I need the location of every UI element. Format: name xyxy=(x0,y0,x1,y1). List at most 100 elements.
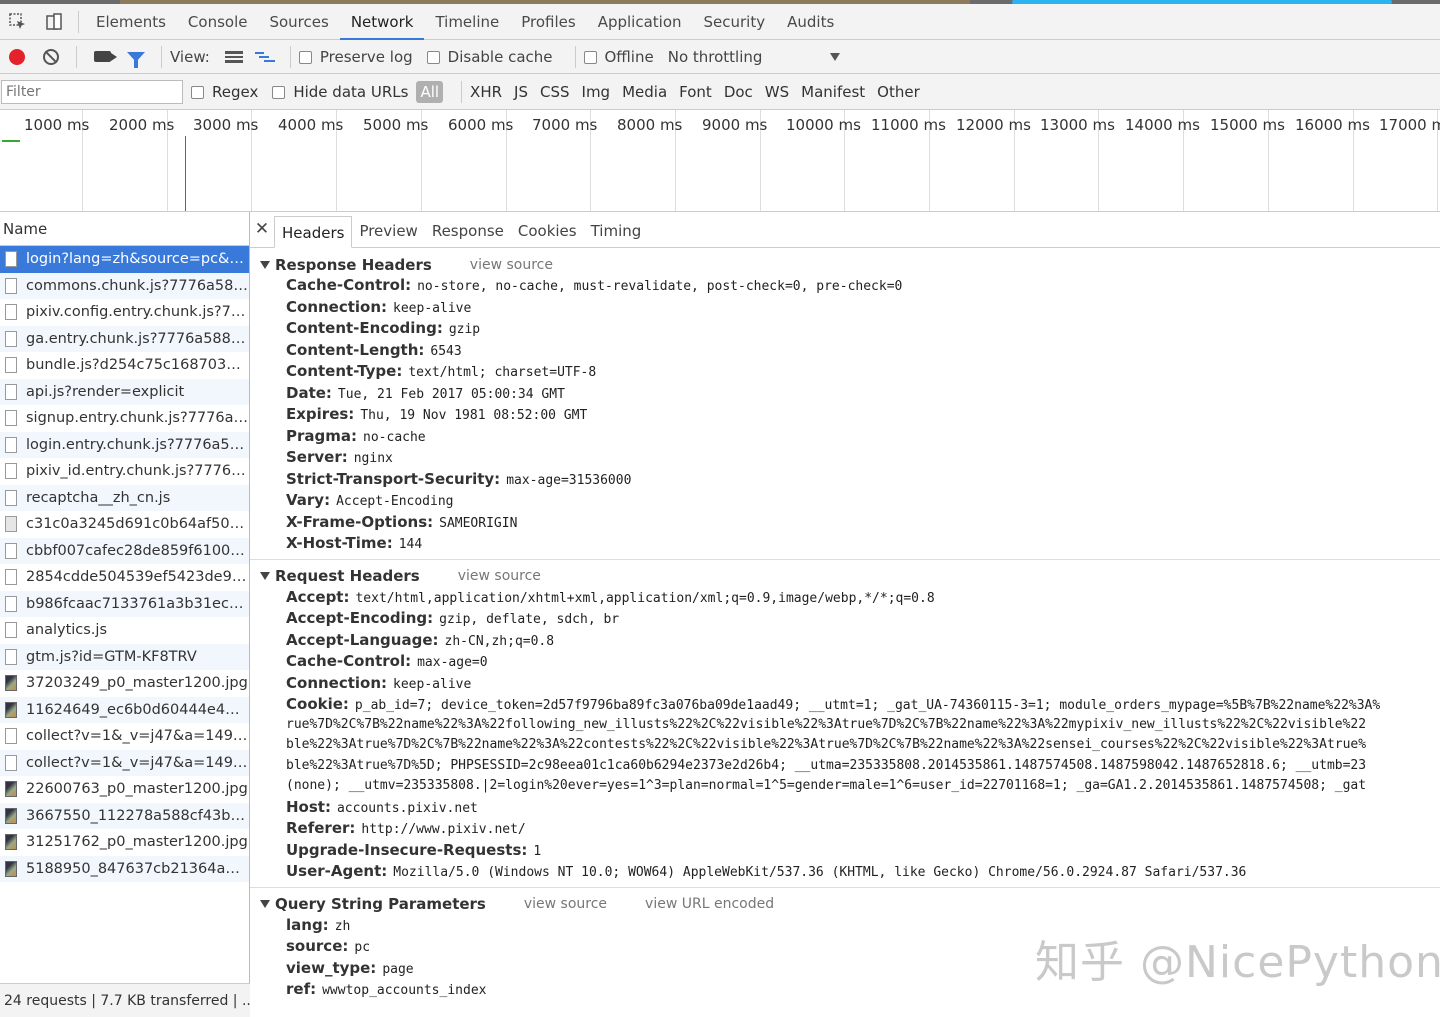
request-row[interactable]: signup.entry.chunk.js?7776a5881b6 xyxy=(0,405,249,432)
request-row[interactable]: 2854cdde504539ef5423de915d xyxy=(0,564,249,591)
request-row[interactable]: 11624649_ec6b0d60444e422ac xyxy=(0,696,249,723)
clear-button[interactable] xyxy=(34,40,68,74)
request-row[interactable]: login.entry.chunk.js?7776a5881b6 xyxy=(0,431,249,458)
filter-type-media[interactable]: Media xyxy=(622,83,667,101)
offline-checkbox[interactable]: Offline xyxy=(583,48,654,66)
details-tab-timing[interactable]: Timing xyxy=(584,215,649,247)
header-row: Content-Type: text/html; charset=UTF-8 xyxy=(260,361,1440,383)
document-file-icon xyxy=(5,728,17,745)
view-source-link[interactable]: view source xyxy=(524,896,607,912)
document-file-icon xyxy=(5,436,17,453)
tab-security[interactable]: Security xyxy=(693,4,777,40)
document-file-icon xyxy=(5,569,17,586)
view-source-link[interactable]: view source xyxy=(458,568,541,584)
document-file-icon xyxy=(5,304,17,321)
document-file-icon xyxy=(5,410,17,427)
request-row[interactable]: pixiv_id.entry.chunk.js?7776a5881b6 xyxy=(0,458,249,485)
filter-type-ws[interactable]: WS xyxy=(765,83,789,101)
throttling-select[interactable]: No throttling xyxy=(668,48,763,66)
filter-type-other[interactable]: Other xyxy=(877,83,920,101)
request-row[interactable]: cbbf007cafec28de859f6100b07 xyxy=(0,537,249,564)
query-params-toggle[interactable]: Query String Parameters view source view… xyxy=(260,894,1440,915)
view-url-encoded-link[interactable]: view URL encoded xyxy=(645,896,774,912)
regex-label: Regex xyxy=(212,82,259,101)
request-row[interactable]: b986fcaac7133761a3b31ec695 xyxy=(0,590,249,617)
filter-type-manifest[interactable]: Manifest xyxy=(801,83,865,101)
filter-type-xhr[interactable]: XHR xyxy=(470,83,502,101)
clear-icon xyxy=(43,48,59,65)
timeline-tick-label: 14000 ms xyxy=(1125,116,1200,134)
request-row[interactable]: 31251762_p0_master1200.jpg xyxy=(0,829,249,856)
request-name: 11624649_ec6b0d60444e422ac xyxy=(26,701,248,718)
timeline-bar xyxy=(2,140,20,142)
request-row[interactable]: 3667550_112278a588cf43b262 xyxy=(0,802,249,829)
device-mode-icon[interactable] xyxy=(36,4,72,40)
tab-network[interactable]: Network xyxy=(339,4,425,40)
request-row[interactable]: 5188950_847637cb21364a05ef xyxy=(0,855,249,882)
filter-toggle-button[interactable] xyxy=(119,40,153,74)
large-rows-button[interactable] xyxy=(220,40,248,74)
request-row[interactable]: 22600763_p0_master1200.jpg xyxy=(0,776,249,803)
request-name: 37203249_p0_master1200.jpg xyxy=(26,675,248,692)
details-tab-cookies[interactable]: Cookies xyxy=(511,215,584,247)
tab-audits[interactable]: Audits xyxy=(776,4,845,40)
divider xyxy=(289,45,291,68)
tab-profiles[interactable]: Profiles xyxy=(510,4,586,40)
response-headers-toggle[interactable]: Response Headers view source xyxy=(260,254,1440,275)
filter-input[interactable] xyxy=(1,79,183,104)
disable-cache-checkbox[interactable]: Disable cache xyxy=(426,48,553,66)
hide-data-urls-checkbox[interactable]: Hide data URLs xyxy=(272,83,408,101)
filter-type-js[interactable]: JS xyxy=(514,83,528,101)
tab-elements[interactable]: Elements xyxy=(85,4,177,40)
filter-type-all[interactable]: All xyxy=(416,80,444,103)
request-row[interactable]: collect?v=1&_v=j47&a=14998 xyxy=(0,723,249,750)
request-row[interactable]: ga.entry.chunk.js?7776a5881b6 xyxy=(0,325,249,352)
request-row[interactable]: pixiv.config.entry.chunk.js?7776a5881b6 xyxy=(0,299,249,326)
tab-console[interactable]: Console xyxy=(177,4,259,40)
inspect-element-icon[interactable] xyxy=(0,4,36,40)
tab-sources[interactable]: Sources xyxy=(258,4,339,40)
name-column-header[interactable]: Name xyxy=(0,212,249,246)
record-button[interactable] xyxy=(0,40,34,74)
request-row[interactable]: login?lang=zh&source=pc&view_type=page&r… xyxy=(0,246,249,273)
regex-checkbox[interactable]: Regex xyxy=(191,83,258,101)
timeline-overview[interactable]: 1000 ms 2000 ms 3000 ms 4000 ms 5000 ms 6000 … xyxy=(0,110,1440,212)
load-event-marker xyxy=(185,136,186,211)
request-row[interactable]: api.js?render=explicit xyxy=(0,378,249,405)
request-row[interactable]: bundle.js?d254c75c1687037fa9 xyxy=(0,352,249,379)
document-file-icon xyxy=(5,648,17,665)
request-name: signup.entry.chunk.js?7776a5881b6 xyxy=(26,410,248,427)
filter-type-img[interactable]: Img xyxy=(582,83,611,101)
header-row: Host: accounts.pixiv.net xyxy=(260,797,1440,819)
request-row[interactable]: 37203249_p0_master1200.jpg xyxy=(0,670,249,697)
request-row[interactable]: collect?v=1&_v=j47&a=14998 xyxy=(0,749,249,776)
view-source-link[interactable]: view source xyxy=(470,257,553,273)
filter-type-doc[interactable]: Doc xyxy=(724,83,753,101)
request-row[interactable]: gtm.js?id=GTM-KF8TRV xyxy=(0,643,249,670)
details-tab-response[interactable]: Response xyxy=(425,215,511,247)
chevron-down-icon[interactable] xyxy=(830,52,841,61)
close-icon[interactable]: ✕ xyxy=(250,212,274,247)
resource-type-filters: All XHR JS CSS Img Media Font Doc WS Manifest Othe… xyxy=(416,80,931,103)
preserve-log-checkbox[interactable]: Preserve log xyxy=(298,48,413,66)
request-name: 5188950_847637cb21364a05ef xyxy=(26,860,248,877)
request-headers-toggle[interactable]: Request Headers view source xyxy=(260,566,1440,587)
request-row[interactable]: c31c0a3245d691c0b64af50829 xyxy=(0,511,249,538)
overview-button[interactable] xyxy=(248,40,282,74)
header-row: Accept-Encoding: gzip, deflate, sdch, br xyxy=(260,608,1440,630)
filter-type-font[interactable]: Font xyxy=(679,83,712,101)
capture-screenshots-button[interactable] xyxy=(85,40,119,74)
tab-application[interactable]: Application xyxy=(587,4,693,40)
request-row[interactable]: analytics.js xyxy=(0,617,249,644)
filter-type-css[interactable]: CSS xyxy=(540,83,570,101)
details-tab-preview[interactable]: Preview xyxy=(352,215,424,247)
details-tab-headers[interactable]: Headers xyxy=(274,216,353,248)
header-key: source: xyxy=(286,937,349,955)
header-row: Accept: text/html,application/xhtml+xml,a… xyxy=(260,587,1440,609)
header-row: Connection: keep-alive xyxy=(260,673,1440,695)
camera-icon xyxy=(93,51,117,62)
tab-timeline[interactable]: Timeline xyxy=(424,4,510,40)
request-row[interactable]: commons.chunk.js?7776a5881b6 xyxy=(0,272,249,299)
header-value: 6543 xyxy=(430,343,462,359)
request-row[interactable]: recaptcha__zh_cn.js xyxy=(0,484,249,511)
